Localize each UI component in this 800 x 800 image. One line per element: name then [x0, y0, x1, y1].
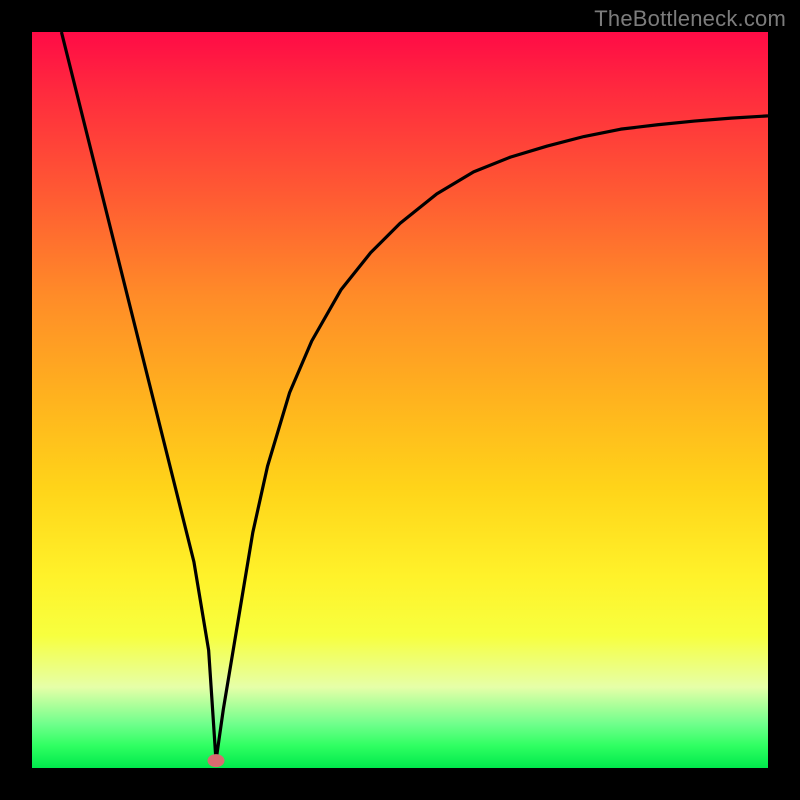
- minimum-marker: [208, 755, 224, 767]
- plot-area: [32, 32, 768, 768]
- watermark-text: TheBottleneck.com: [594, 6, 786, 32]
- chart-frame: TheBottleneck.com: [0, 0, 800, 800]
- bottleneck-curve: [61, 32, 768, 761]
- curve-layer: [32, 32, 768, 768]
